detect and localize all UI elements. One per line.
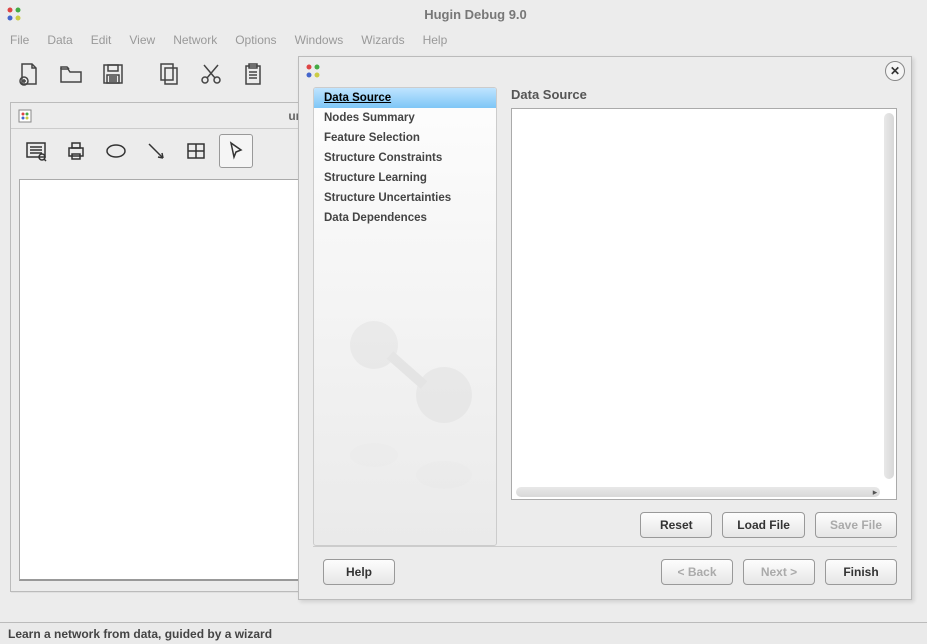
table-tool[interactable]	[179, 134, 213, 168]
new-document-button[interactable]	[10, 56, 48, 92]
close-icon: ✕	[890, 64, 900, 78]
document-title: un	[39, 109, 303, 123]
finish-button[interactable]: Finish	[825, 559, 897, 585]
menu-help[interactable]: Help	[423, 33, 448, 47]
clipboard-icon	[240, 61, 266, 87]
ellipse-tool[interactable]	[99, 134, 133, 168]
print-tool[interactable]	[59, 134, 93, 168]
wizard-step-data-dependences[interactable]: Data Dependences	[314, 208, 496, 228]
menu-network[interactable]: Network	[173, 33, 217, 47]
save-icon	[100, 61, 126, 87]
pointer-icon	[224, 139, 248, 163]
back-button: < Back	[661, 559, 733, 585]
menu-view[interactable]: View	[129, 33, 155, 47]
monitor-tool[interactable]	[19, 134, 53, 168]
folder-open-icon	[58, 61, 84, 87]
wizard-step-structure-uncertainties[interactable]: Structure Uncertainties	[314, 188, 496, 208]
pointer-tool[interactable]	[219, 134, 253, 168]
wizard-bottom-row: Help < Back Next > Finish	[299, 547, 911, 599]
document-toolbar	[11, 129, 309, 173]
wizard-step-nodes-summary[interactable]: Nodes Summary	[314, 108, 496, 128]
wizard-icon	[305, 63, 321, 79]
next-button: Next >	[743, 559, 815, 585]
menu-data[interactable]: Data	[47, 33, 72, 47]
app-icon	[6, 6, 22, 22]
help-button[interactable]: Help	[323, 559, 395, 585]
document-window: un	[10, 102, 310, 592]
wizard-titlebar: ✕	[299, 57, 911, 85]
wizard-step-data-source[interactable]: Data Source	[314, 88, 496, 108]
wizard-close-button[interactable]: ✕	[885, 61, 905, 81]
document-canvas[interactable]	[19, 179, 301, 581]
wizard-steps-panel: Data Source Nodes Summary Feature Select…	[313, 87, 497, 546]
menu-wizards[interactable]: Wizards	[361, 33, 404, 47]
load-file-button[interactable]: Load File	[722, 512, 805, 538]
menu-options[interactable]: Options	[235, 33, 276, 47]
document-icon	[17, 108, 33, 124]
wizard-right-panel: Data Source ◂ ▸ Reset Load File Save Fil…	[511, 87, 897, 546]
printer-icon	[64, 139, 88, 163]
document-titlebar: un	[11, 103, 309, 129]
open-button[interactable]	[52, 56, 90, 92]
menu-windows[interactable]: Windows	[295, 33, 344, 47]
reset-button[interactable]: Reset	[640, 512, 712, 538]
menubar: File Data Edit View Network Options Wind…	[0, 28, 927, 52]
ellipse-icon	[104, 139, 128, 163]
titlebar: Hugin Debug 9.0	[0, 0, 927, 28]
wizard-step-feature-selection[interactable]: Feature Selection	[314, 128, 496, 148]
menu-edit[interactable]: Edit	[91, 33, 112, 47]
scissors-icon	[198, 61, 224, 87]
vertical-scrollbar[interactable]	[884, 113, 894, 479]
wizard-file-buttons: Reset Load File Save File	[511, 500, 897, 546]
window-title: Hugin Debug 9.0	[30, 7, 921, 22]
new-document-icon	[16, 61, 42, 87]
save-file-button: Save File	[815, 512, 897, 538]
wizard-decor-icon	[314, 305, 497, 505]
monitor-icon	[24, 139, 48, 163]
wizard-step-structure-constraints[interactable]: Structure Constraints	[314, 148, 496, 168]
status-text: Learn a network from data, guided by a w…	[8, 627, 272, 641]
copy-button[interactable]	[150, 56, 188, 92]
statusbar: Learn a network from data, guided by a w…	[0, 622, 927, 644]
arrow-tool[interactable]	[139, 134, 173, 168]
paste-button[interactable]	[234, 56, 272, 92]
cut-button[interactable]	[192, 56, 230, 92]
horizontal-scrollbar[interactable]	[516, 487, 880, 497]
wizard-step-structure-learning[interactable]: Structure Learning	[314, 168, 496, 188]
scroll-right-icon[interactable]: ▸	[870, 487, 880, 497]
wizard-content-area[interactable]: ◂ ▸	[511, 108, 897, 500]
copy-icon	[156, 61, 182, 87]
save-button[interactable]	[94, 56, 132, 92]
wizard-dialog: ✕ Data Source Nodes Summary Feature Sele…	[298, 56, 912, 600]
table-icon	[184, 139, 208, 163]
menu-file[interactable]: File	[10, 33, 29, 47]
arrow-icon	[144, 139, 168, 163]
wizard-page-title: Data Source	[511, 87, 897, 102]
